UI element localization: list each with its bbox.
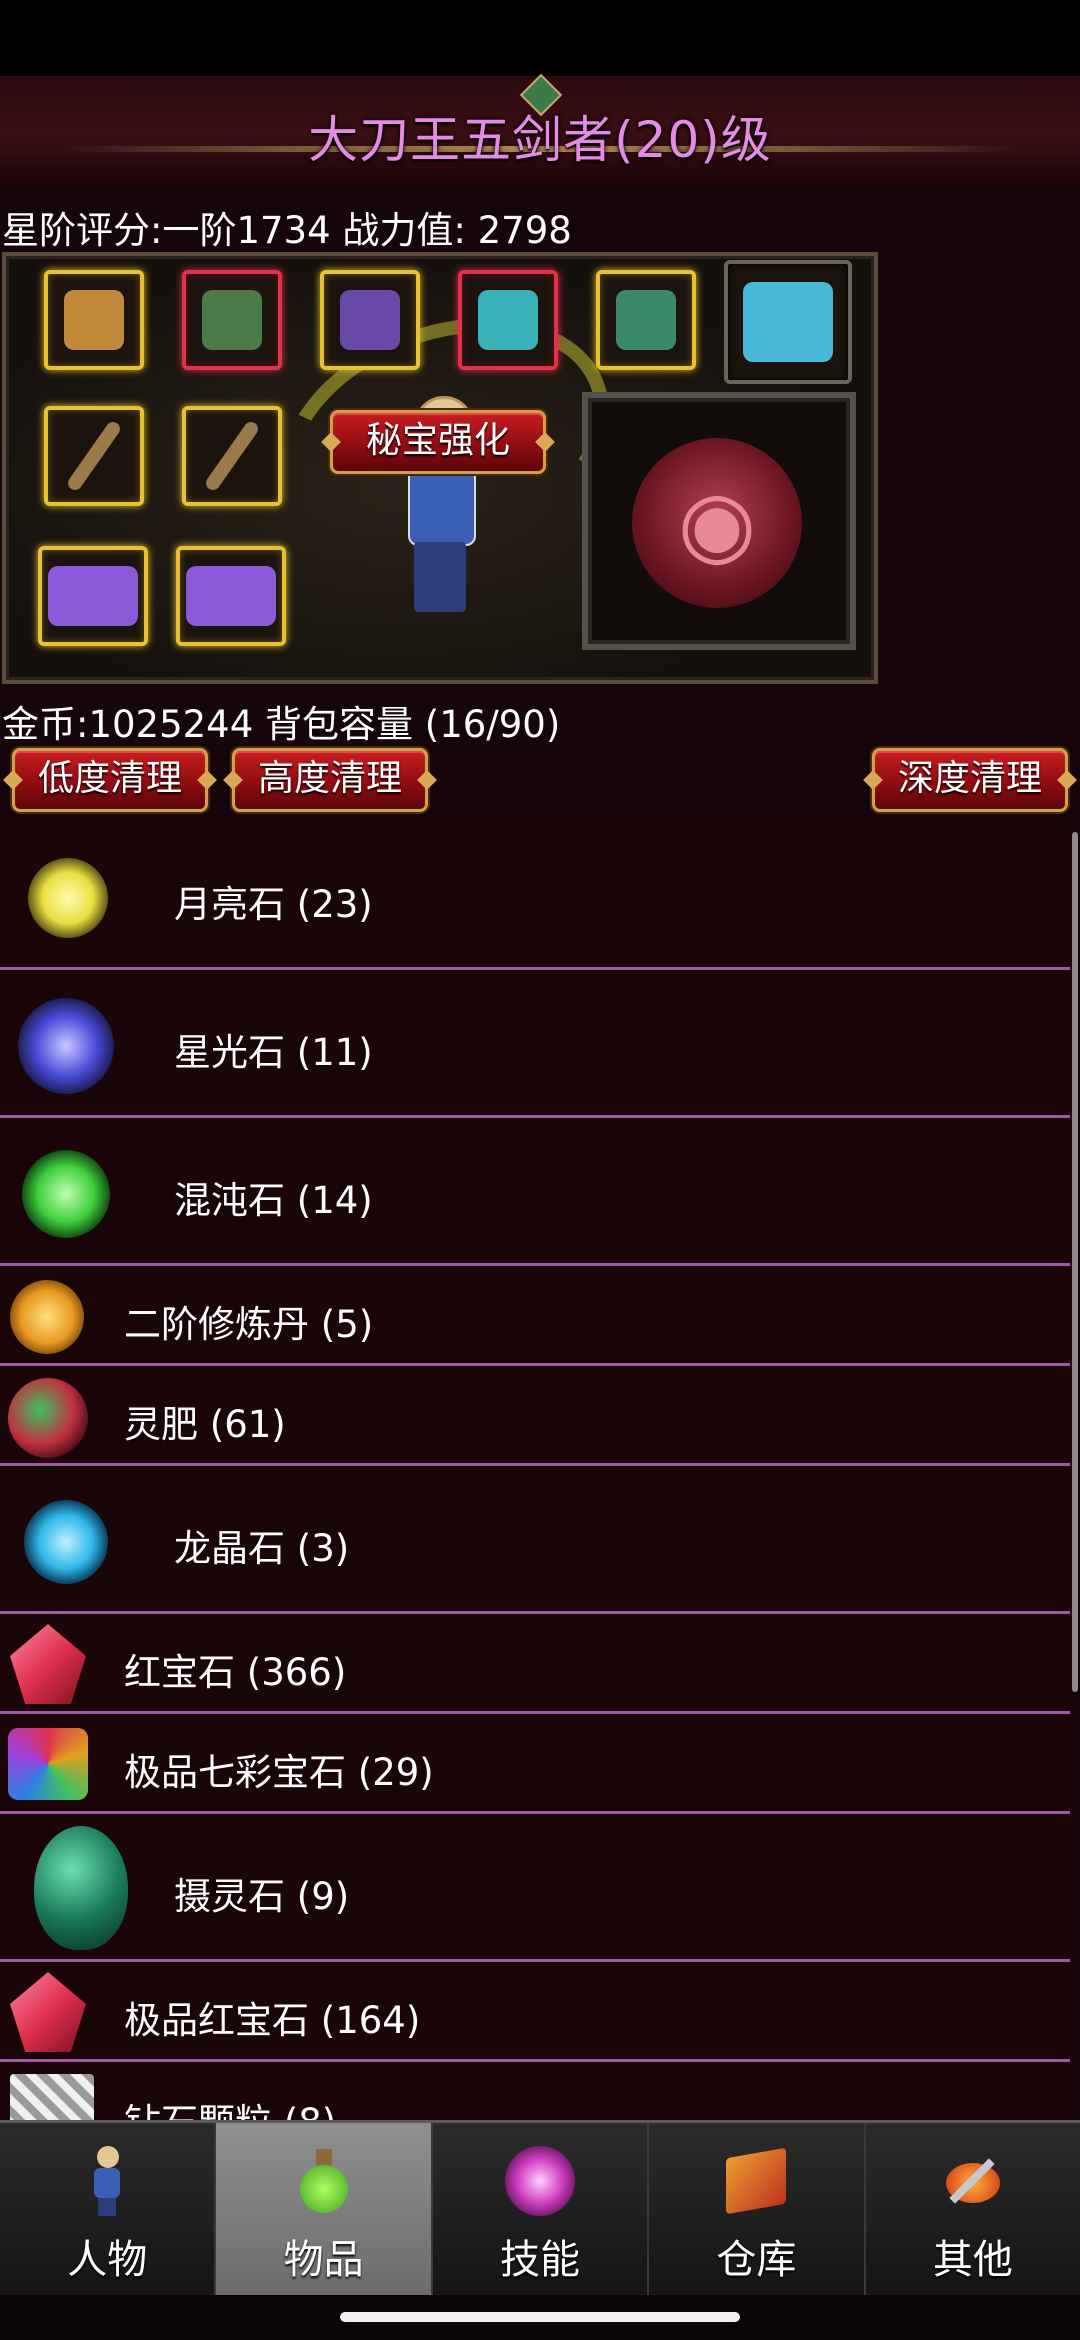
bottom-nav: 人物 物品 技能 仓库 其他 <box>0 2120 1080 2295</box>
tab-warehouse[interactable]: 仓库 <box>649 2123 866 2295</box>
list-item[interactable]: 混沌石 (14) <box>0 1118 1070 1266</box>
sword-icon <box>203 419 261 493</box>
gloves-icon <box>478 290 538 350</box>
list-item[interactable]: 龙晶石 (3) <box>0 1466 1070 1614</box>
inventory-scrollbar[interactable] <box>1072 832 1078 1692</box>
helmet-slot[interactable] <box>44 270 144 370</box>
list-item[interactable]: 钻石颗粒 (8) <box>0 2062 1070 2120</box>
tab-other[interactable]: 其他 <box>866 2123 1080 2295</box>
weapon-slot-2[interactable] <box>182 406 282 506</box>
item-label: 摄灵石 (9) <box>174 1875 350 1918</box>
moonstone-icon <box>28 858 108 938</box>
armor-icon <box>202 290 262 350</box>
chaos-stone-icon <box>22 1150 110 1238</box>
character-icon <box>67 2141 147 2221</box>
ruby-icon <box>10 1624 86 1704</box>
crown-icon <box>48 566 138 626</box>
cape-slot[interactable] <box>320 270 420 370</box>
list-item[interactable]: 摄灵石 (9) <box>0 1814 1070 1962</box>
list-item[interactable]: 红宝石 (366) <box>0 1614 1070 1714</box>
character-legs <box>414 542 466 612</box>
list-item[interactable]: 二阶修炼丹 (5) <box>0 1266 1070 1366</box>
gold-capacity-line: 金币:1025244 背包容量 (16/90) <box>2 703 561 746</box>
cape-icon <box>340 290 400 350</box>
title-bar: 大刀王五剑者(20)级 <box>0 73 1080 187</box>
status-bar <box>0 0 1080 76</box>
boots-icon <box>616 290 676 350</box>
tab-label: 人物 <box>67 2237 148 2283</box>
weapon-slot-1[interactable] <box>44 406 144 506</box>
item-label: 灵肥 (61) <box>124 1403 286 1446</box>
skill-icon <box>500 2141 580 2221</box>
tab-label: 物品 <box>283 2237 364 2283</box>
list-item[interactable]: 极品七彩宝石 (29) <box>0 1714 1070 1814</box>
tiger-icon: ◉ <box>632 438 802 608</box>
tab-items[interactable]: 物品 <box>216 2123 433 2295</box>
crown-icon <box>186 566 276 626</box>
starlight-stone-icon <box>18 998 114 1094</box>
dragon-crystal-icon <box>24 1500 108 1584</box>
premium-ruby-icon <box>10 1972 86 2052</box>
home-indicator[interactable] <box>340 2312 740 2322</box>
item-label: 红宝石 (366) <box>124 1651 347 1694</box>
warehouse-icon <box>716 2141 796 2221</box>
accessory-slot-2[interactable] <box>176 546 286 646</box>
deep-clean-button[interactable]: 深度清理 <box>872 748 1068 812</box>
tab-skills[interactable]: 技能 <box>433 2123 650 2295</box>
item-label: 龙晶石 (3) <box>174 1527 350 1570</box>
mount-slot[interactable] <box>724 260 852 384</box>
item-label: 二阶修炼丹 (5) <box>124 1303 374 1346</box>
item-label: 极品七彩宝石 (29) <box>124 1751 434 1794</box>
item-label: 混沌石 (14) <box>174 1179 373 1222</box>
tab-label: 其他 <box>932 2237 1013 2283</box>
sword-icon <box>65 419 123 493</box>
list-item[interactable]: 极品红宝石 (164) <box>0 1962 1070 2062</box>
potion-icon <box>284 2141 364 2221</box>
tab-label: 技能 <box>500 2237 581 2283</box>
list-item[interactable]: 灵肥 (61) <box>0 1366 1070 1466</box>
pill-icon <box>10 1280 84 1354</box>
high-clean-button[interactable]: 高度清理 <box>232 748 428 812</box>
list-item[interactable]: 月亮石 (23) <box>0 822 1070 970</box>
helmet-icon <box>64 290 124 350</box>
dragon-icon <box>743 282 833 362</box>
item-label: 月亮石 (23) <box>174 883 373 926</box>
other-icon <box>933 2141 1013 2221</box>
treasure-enhance-button[interactable]: 秘宝强化 <box>330 410 546 474</box>
tab-label: 仓库 <box>716 2237 797 2283</box>
inventory-list[interactable]: 月亮石 (23) 星光石 (11) 混沌石 (14) 二阶修炼丹 (5) 灵肥 … <box>0 822 1080 2120</box>
item-label: 极品红宝石 (164) <box>124 1999 421 2042</box>
gloves-slot[interactable] <box>458 270 558 370</box>
boots-slot[interactable] <box>596 270 696 370</box>
character-title: 大刀王五剑者(20)级 <box>308 111 772 169</box>
accessory-slot-1[interactable] <box>38 546 148 646</box>
pet-slot[interactable]: ◉ <box>582 392 856 650</box>
armor-slot[interactable] <box>182 270 282 370</box>
rating-line: 星阶评分:一阶1734 战力值: 2798 <box>2 209 572 252</box>
diamond-icon <box>10 2074 94 2120</box>
rainbow-gem-icon <box>8 1728 88 1800</box>
tab-character[interactable]: 人物 <box>0 2123 217 2295</box>
spirit-fertilizer-icon <box>8 1378 88 1458</box>
list-item[interactable]: 星光石 (11) <box>0 970 1070 1118</box>
low-clean-button[interactable]: 低度清理 <box>12 748 208 812</box>
item-label: 星光石 (11) <box>174 1031 373 1074</box>
soul-stone-icon <box>34 1826 128 1950</box>
item-label: 钻石颗粒 (8) <box>124 2092 336 2120</box>
